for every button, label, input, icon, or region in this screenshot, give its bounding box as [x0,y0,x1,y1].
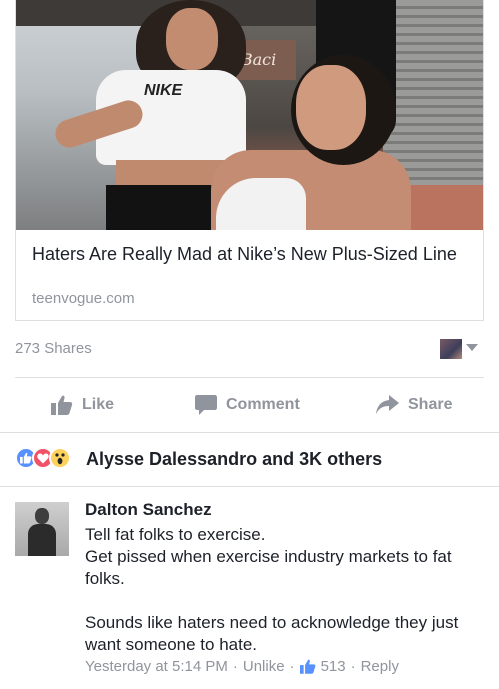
comment-meta: Yesterday at 5:14 PM · Unlike · 513 · Re… [85,658,399,675]
avatar-head [35,508,49,524]
divider [0,486,499,487]
comment-author[interactable]: Dalton Sanchez [85,500,212,520]
chevron-down-icon[interactable] [466,344,478,351]
thumbs-up-icon [51,395,73,415]
avatar-body [28,524,56,556]
comment-text: Tell fat folks to exercise. Get pissed w… [85,524,485,656]
comment-line-blank [85,590,485,612]
shares-count[interactable]: 273 Shares [15,340,92,357]
comment-button[interactable]: Comment [195,390,300,420]
comment-label: Comment [226,396,300,413]
link-domain: teenvogue.com [32,290,135,307]
divider [0,432,499,433]
commenter-avatar[interactable] [15,502,69,556]
page-avatar[interactable] [440,339,462,359]
comment-timestamp[interactable]: Yesterday at 5:14 PM [85,658,228,675]
meta-separator: · [232,658,238,675]
comment-line: Tell fat folks to exercise. [85,525,266,544]
reactions-icons[interactable] [15,447,71,469]
link-preview-card[interactable]: Baci NIKE Haters Are Really Mad at Nike’… [15,0,484,321]
like-button[interactable]: Like [51,390,114,420]
meta-separator: · [289,658,295,675]
link-preview-image[interactable]: Baci NIKE [16,0,483,230]
like-label: Like [82,396,115,413]
reply-link[interactable]: Reply [361,658,399,675]
comment-like-count[interactable]: 513 [321,658,346,675]
like-count-icon [299,659,316,674]
share-label: Share [408,396,453,413]
link-title[interactable]: Haters Are Really Mad at Nike’s New Plus… [32,243,472,266]
comment-line: Sounds like haters need to acknowledge t… [85,613,459,654]
meta-separator: · [350,658,356,675]
comment-bubble-icon [195,395,217,415]
share-arrow-icon [376,395,399,415]
comment-line: Get pissed when exercise industry market… [85,547,452,588]
share-button[interactable]: Share [376,390,452,420]
reactions-summary[interactable]: Alysse Dalessandro and 3K others [86,449,382,470]
divider [15,377,484,378]
wow-reaction-icon [49,447,71,469]
unlike-link[interactable]: Unlike [243,658,285,675]
image-shirt-logo: NIKE [144,82,183,99]
image-person2-face [296,65,366,150]
image-person1-face [166,8,218,70]
